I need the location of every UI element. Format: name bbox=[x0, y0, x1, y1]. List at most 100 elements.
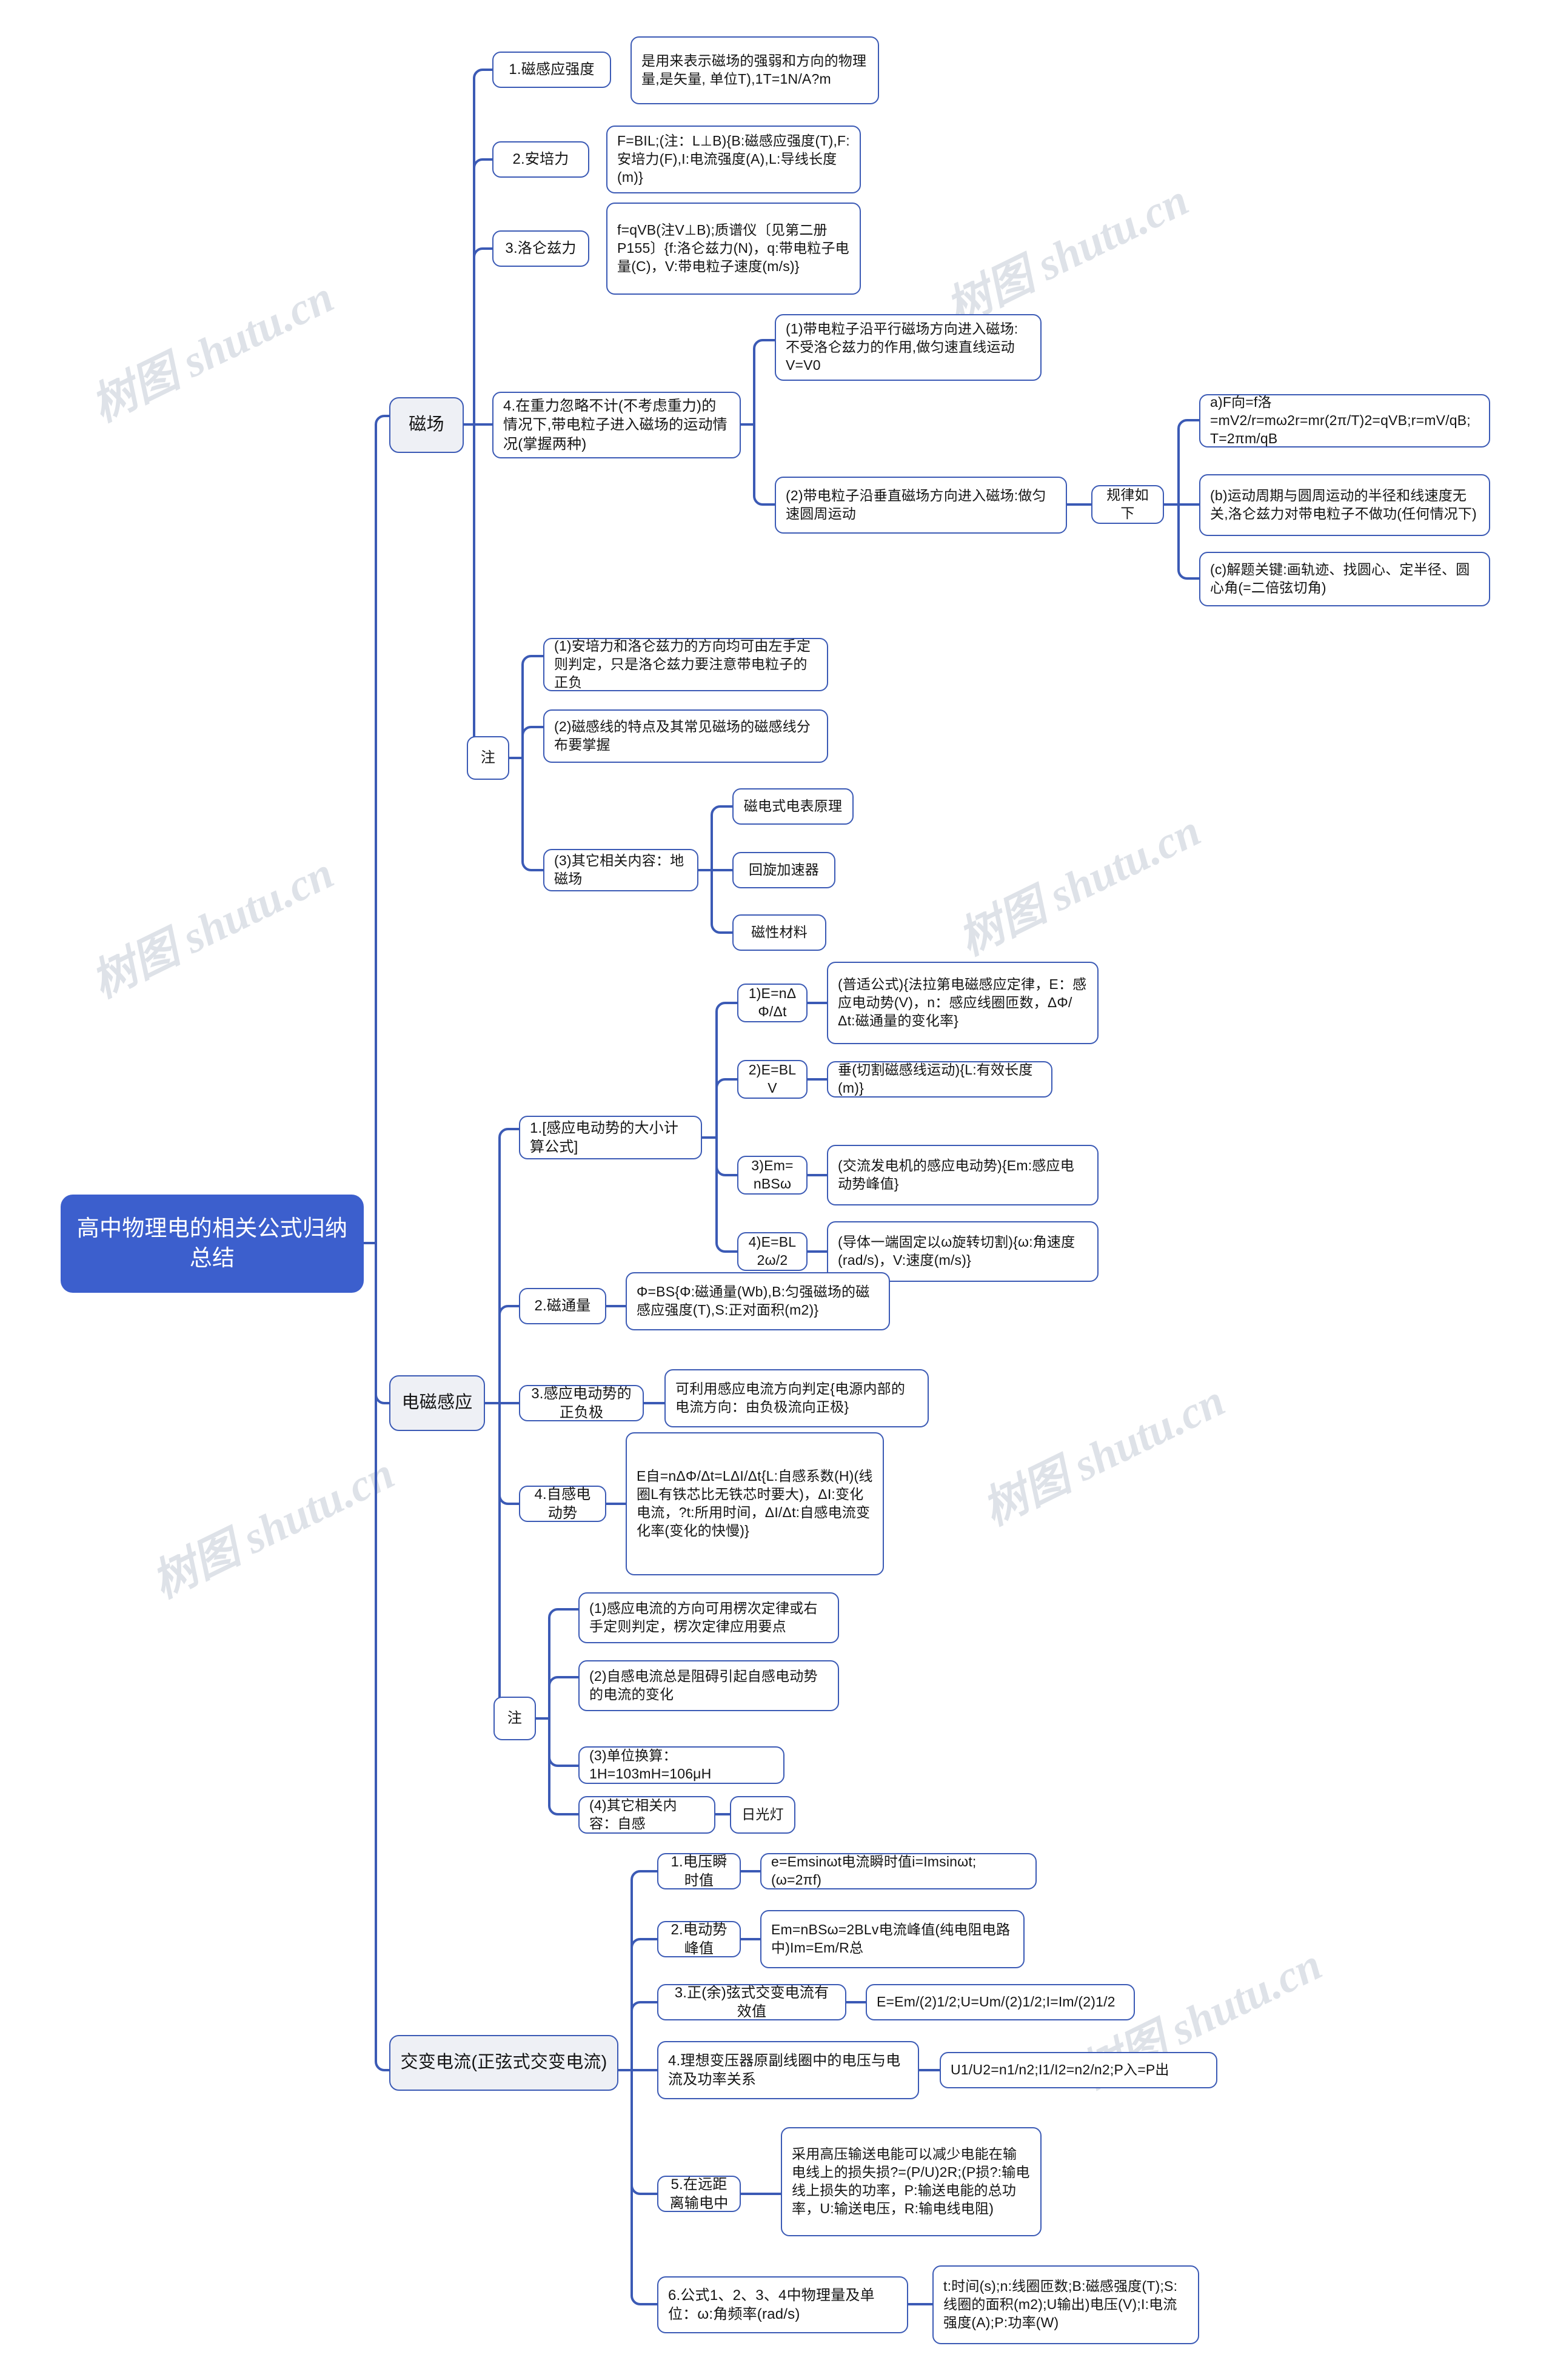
leaf-galvanometer-principle[interactable]: 磁电式电表原理 bbox=[732, 788, 854, 825]
case-parallel-entry[interactable]: (1)带电粒子沿平行磁场方向进入磁场:不受洛仑兹力的作用,做匀速直线运动V=V0 bbox=[775, 314, 1042, 381]
detail-self-induced-emf[interactable]: E自=nΔΦ/Δt=LΔI/Δt{L:自感系数(H)(线圈L有铁芯比无铁芯时要大… bbox=[626, 1432, 884, 1575]
node-label: 1.[感应电动势的大小计算公式] bbox=[530, 1119, 679, 1155]
root-node[interactable]: 高中物理电的相关公式归纳总结 bbox=[61, 1195, 364, 1293]
node-text: 采用高压输送电能可以减少电能在输电线上的损失损?=(P/U)2R;(P损?:输电… bbox=[792, 2146, 1030, 2216]
detail-ideal-transformer[interactable]: U1/U2=n1/n2;I1/I2=n2/n2;P入=P出 bbox=[940, 2052, 1217, 2088]
detail-lorentz-force[interactable]: f=qVB(注V⊥B);质谱仪〔见第二册P155〕{f:洛仑兹力(N)，q:带电… bbox=[606, 203, 861, 295]
node-text: (c)解题关键:画轨迹、找圆心、定半径、圆心角(=二倍弦切角) bbox=[1210, 561, 1470, 595]
watermark: 树图 shutu.cn bbox=[144, 1448, 402, 1608]
branch-electromagnetic-induction[interactable]: 电磁感应 bbox=[389, 1375, 485, 1431]
node-label: 4.自感电动势 bbox=[534, 1486, 591, 1521]
node-label: 2)E=BLV bbox=[748, 1062, 797, 1096]
node-ampere-force[interactable]: 2.安培力 bbox=[492, 141, 589, 178]
rule-a-centripetal-formula[interactable]: a)F向=f洛=mV2/r=mω2r=mr(2π/T)2=qVB;r=mV/qB… bbox=[1199, 394, 1490, 448]
node-text: (普适公式){法拉第电磁感应定律，E：感应电动势(V)，n：感应线圈匝数，ΔΦ/… bbox=[838, 976, 1087, 1028]
detail-magnetic-flux[interactable]: Φ=BS{Φ:磁通量(Wb),B:匀强磁场的磁感应强度(T),S:正对面积(m2… bbox=[626, 1272, 890, 1330]
leaf-fluorescent-lamp[interactable]: 日光灯 bbox=[730, 1796, 795, 1834]
node-text: (3)其它相关内容：地磁场 bbox=[554, 853, 684, 887]
node-label: 注 bbox=[507, 1710, 523, 1727]
node-rms-value[interactable]: 3.正(余)弦式交变电流有效值 bbox=[657, 1984, 846, 2020]
node-text: (1)安培力和洛仑兹力的方向均可由左手定则判定，只是洛仑兹力要注意带电粒子的正负 bbox=[554, 638, 811, 690]
note-mf-item-3[interactable]: (3)其它相关内容：地磁场 bbox=[543, 849, 698, 891]
node-lorentz-force[interactable]: 3.洛仑兹力 bbox=[492, 230, 589, 267]
node-emf-polarity[interactable]: 3.感应电动势的正负极 bbox=[519, 1385, 644, 1421]
node-text: a)F向=f洛=mV2/r=mω2r=mr(2π/T)2=qVB;r=mV/qB… bbox=[1210, 394, 1471, 446]
note-emi-item-2[interactable]: (2)自感电流总是阻碍引起自感电动势的电流的变化 bbox=[578, 1660, 839, 1711]
note-mf-item-2[interactable]: (2)磁感线的特点及其常见磁场的磁感线分布要掌握 bbox=[543, 709, 828, 763]
detail-emf-peak[interactable]: Em=nBSω=2BLv电流峰值(纯电阻电路中)Im=Em/R总 bbox=[760, 1910, 1025, 1968]
formula-faraday[interactable]: 1)E=nΔΦ/Δt bbox=[737, 984, 808, 1022]
detail-quantities-and-units[interactable]: t:时间(s);n:线圈匝数;B:磁感强度(T);S:线圈的面积(m2);U输出… bbox=[932, 2265, 1199, 2344]
detail-emf-polarity[interactable]: 可利用感应电流方向判定{电源内部的电流方向：由负极流向正极} bbox=[664, 1369, 929, 1427]
node-label: 磁电式电表原理 bbox=[743, 798, 843, 814]
branch-magnetic-field[interactable]: 磁场 bbox=[389, 397, 464, 453]
node-rules-label[interactable]: 规律如下 bbox=[1091, 485, 1164, 524]
node-label: 注 bbox=[480, 749, 496, 766]
branch-alternating-current[interactable]: 交变电流(正弦式交变电流) bbox=[389, 2035, 618, 2091]
detail-long-distance-transmission[interactable]: 采用高压输送电能可以减少电能在输电线上的损失损?=(P/U)2R;(P损?:输电… bbox=[781, 2127, 1042, 2236]
node-label: 规律如下 bbox=[1106, 487, 1149, 521]
note-emi-item-4[interactable]: (4)其它相关内容：自感 bbox=[578, 1796, 715, 1834]
leaf-magnetic-materials[interactable]: 磁性材料 bbox=[732, 914, 826, 951]
watermark: 树图 shutu.cn bbox=[84, 272, 341, 432]
watermark: 树图 shutu.cn bbox=[84, 848, 341, 1008]
node-magnetic-induction-intensity[interactable]: 1.磁感应强度 bbox=[492, 52, 611, 88]
formula-rotating-rod[interactable]: 4)E=BL2ω/2 bbox=[737, 1232, 808, 1271]
detail-ampere-force[interactable]: F=BIL;(注：L⊥B){B:磁感应强度(T),F:安培力(F),I:电流强度… bbox=[606, 126, 861, 193]
note-mf-item-1[interactable]: (1)安培力和洛仑兹力的方向均可由左手定则判定，只是洛仑兹力要注意带电粒子的正负 bbox=[543, 638, 828, 691]
node-text: e=Emsinωt电流瞬时值i=Imsinωt;(ω=2πf) bbox=[771, 1854, 977, 1888]
node-text: (3)单位换算：1H=103mH=106μH bbox=[589, 1748, 712, 1782]
node-instant-voltage[interactable]: 1.电压瞬时值 bbox=[657, 1853, 741, 1889]
node-label: 4.理想变压器原副线圈中的电压与电流及功率关系 bbox=[668, 2052, 901, 2088]
node-label: 2.磁通量 bbox=[534, 1298, 591, 1315]
node-text: (1)感应电流的方向可用楞次定律或右手定则判定，楞次定律应用要点 bbox=[589, 1600, 818, 1634]
node-label: 1.电压瞬时值 bbox=[671, 1853, 728, 1889]
node-label: 5.在远距离输电中 bbox=[669, 2176, 729, 2211]
case-perpendicular-entry[interactable]: (2)带电粒子沿垂直磁场方向进入磁场:做匀速圆周运动 bbox=[775, 477, 1067, 534]
node-self-induced-emf[interactable]: 4.自感电动势 bbox=[519, 1486, 606, 1522]
watermark: 树图 shutu.cn bbox=[938, 175, 1196, 335]
note-electromagnetic-induction[interactable]: 注 bbox=[493, 1697, 536, 1740]
node-label: 4.在重力忽略不计(不考虑重力)的情况下,带电粒子进入磁场的运动情况(掌握两种) bbox=[503, 398, 728, 452]
node-label: 回旋加速器 bbox=[749, 862, 819, 878]
node-ideal-transformer[interactable]: 4.理想变压器原副线圈中的电压与电流及功率关系 bbox=[657, 2041, 919, 2099]
detail-nbsw[interactable]: (交流发电机的感应电动势){Em:感应电动势峰值} bbox=[827, 1145, 1099, 1205]
node-text: Em=nBSω=2BLv电流峰值(纯电阻电路中)Im=Em/R总 bbox=[771, 1922, 1011, 1956]
node-label: 4)E=BL2ω/2 bbox=[748, 1234, 797, 1268]
node-label: 1)E=nΔΦ/Δt bbox=[748, 985, 797, 1019]
root-title: 高中物理电的相关公式归纳总结 bbox=[76, 1216, 348, 1270]
watermark: 树图 shutu.cn bbox=[975, 1375, 1233, 1535]
node-label: 1.磁感应强度 bbox=[509, 61, 595, 78]
node-text: (导体一端固定以ω旋转切割){ω:角速度(rad/s)，V:速度(m/s)} bbox=[838, 1234, 1075, 1268]
formula-blv[interactable]: 2)E=BLV bbox=[737, 1060, 808, 1099]
detail-instant-voltage[interactable]: e=Emsinωt电流瞬时值i=Imsinωt;(ω=2πf) bbox=[760, 1853, 1037, 1889]
detail-blv[interactable]: 垂(切割磁感线运动){L:有效长度(m)} bbox=[827, 1061, 1052, 1098]
detail-rms-value[interactable]: E=Em/(2)1/2;U=Um/(2)1/2;I=Im/(2)1/2 bbox=[866, 1984, 1135, 2020]
note-emi-item-3[interactable]: (3)单位换算：1H=103mH=106μH bbox=[578, 1746, 784, 1784]
formula-nbsw[interactable]: 3)Em=nBSω bbox=[737, 1156, 808, 1195]
node-emf-formulas-group[interactable]: 1.[感应电动势的大小计算公式] bbox=[519, 1116, 702, 1159]
node-text: (4)其它相关内容：自感 bbox=[589, 1797, 677, 1831]
node-label: 3.洛仑兹力 bbox=[505, 240, 577, 257]
node-text: f=qVB(注V⊥B);质谱仪〔见第二册P155〕{f:洛仑兹力(N)，q:带电… bbox=[617, 222, 849, 274]
node-text: (2)磁感线的特点及其常见磁场的磁感线分布要掌握 bbox=[554, 719, 811, 753]
node-text: 是用来表示磁场的强弱和方向的物理量,是矢量, 单位T),1T=1N/A?m bbox=[641, 53, 867, 87]
node-text: 垂(切割磁感线运动){L:有效长度(m)} bbox=[838, 1062, 1033, 1096]
detail-faraday[interactable]: (普适公式){法拉第电磁感应定律，E：感应电动势(V)，n：感应线圈匝数，ΔΦ/… bbox=[827, 962, 1099, 1044]
leaf-cyclotron[interactable]: 回旋加速器 bbox=[732, 852, 835, 888]
node-label: 2.安培力 bbox=[512, 151, 569, 168]
node-emf-peak[interactable]: 2.电动势峰值 bbox=[657, 1921, 741, 1957]
node-long-distance-transmission[interactable]: 5.在远距离输电中 bbox=[657, 2176, 741, 2212]
node-text: E=Em/(2)1/2;U=Um/(2)1/2;I=Im/(2)1/2 bbox=[877, 1994, 1116, 2010]
node-magnetic-flux[interactable]: 2.磁通量 bbox=[519, 1288, 606, 1324]
detail-magnetic-induction-intensity[interactable]: 是用来表示磁场的强弱和方向的物理量,是矢量, 单位T),1T=1N/A?m bbox=[630, 36, 879, 104]
rule-c-solving-key[interactable]: (c)解题关键:画轨迹、找圆心、定半径、圆心角(=二倍弦切角) bbox=[1199, 552, 1490, 606]
note-emi-item-1[interactable]: (1)感应电流的方向可用楞次定律或右手定则判定，楞次定律应用要点 bbox=[578, 1592, 839, 1643]
node-text: (b)运动周期与圆周运动的半径和线速度无关,洛仑兹力对带电粒子不做功(任何情况下… bbox=[1210, 488, 1477, 521]
note-magnetic-field[interactable]: 注 bbox=[467, 736, 509, 780]
rule-b-period-independent[interactable]: (b)运动周期与圆周运动的半径和线速度无关,洛仑兹力对带电粒子不做功(任何情况下… bbox=[1199, 474, 1490, 536]
node-label: 3.正(余)弦式交变电流有效值 bbox=[674, 1984, 829, 2020]
node-quantities-and-units[interactable]: 6.公式1、2、3、4中物理量及单位：ω:角频率(rad/s) bbox=[657, 2276, 908, 2333]
node-text: (2)带电粒子沿垂直磁场方向进入磁场:做匀速圆周运动 bbox=[786, 488, 1046, 521]
node-charged-particle-motion[interactable]: 4.在重力忽略不计(不考虑重力)的情况下,带电粒子进入磁场的运动情况(掌握两种) bbox=[492, 392, 741, 458]
